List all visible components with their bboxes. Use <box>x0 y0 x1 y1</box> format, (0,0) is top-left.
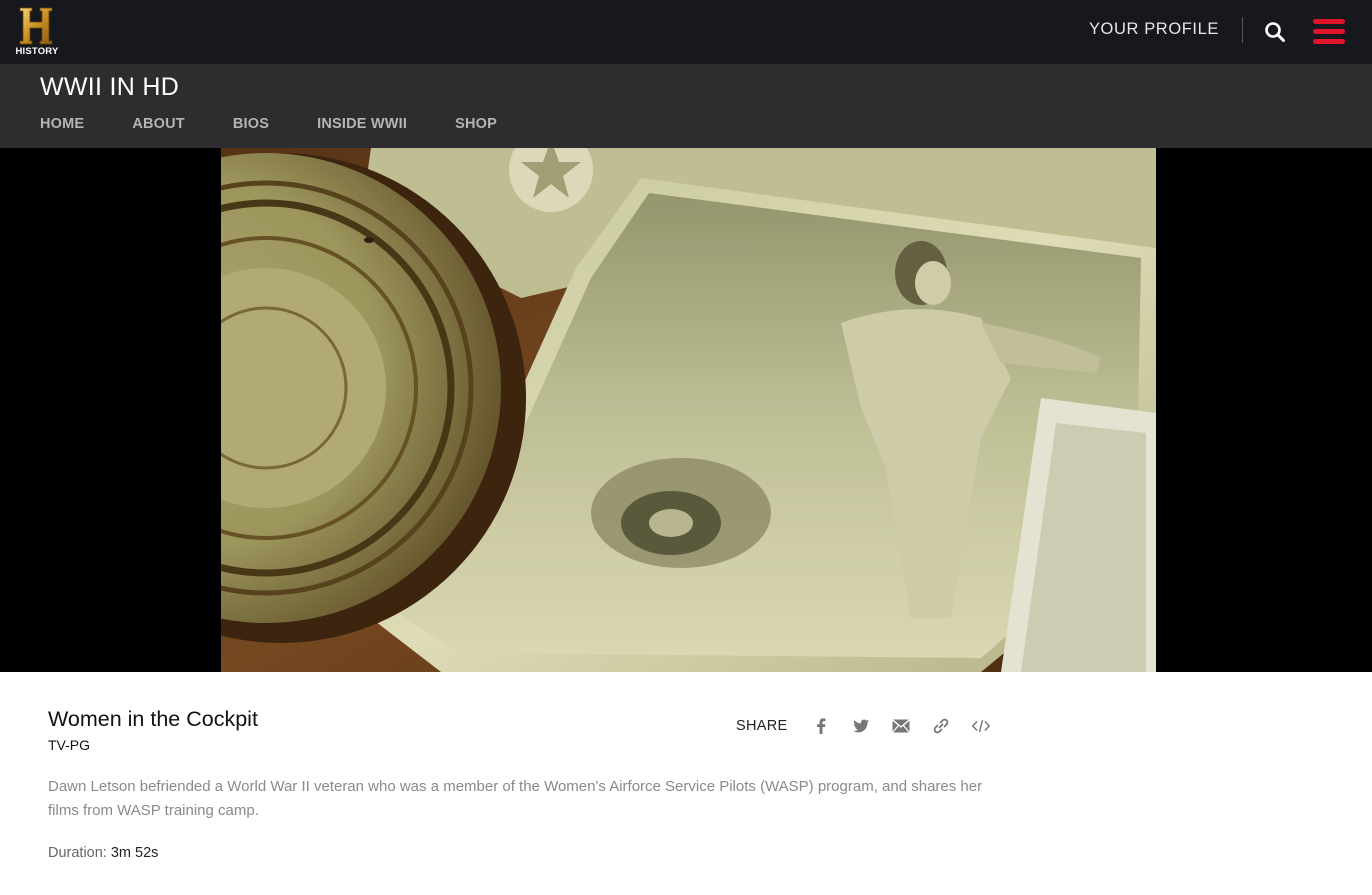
video-title: Women in the Cockpit <box>48 707 258 731</box>
twitter-share-button[interactable] <box>841 714 881 738</box>
video-still-image <box>221 148 1156 672</box>
duration-label: Duration: <box>48 845 107 861</box>
search-icon[interactable] <box>1264 21 1286 43</box>
embed-icon <box>972 719 991 733</box>
email-share-button[interactable] <box>881 714 921 738</box>
hamburger-menu-icon[interactable] <box>1313 19 1345 45</box>
top-bar: HISTORY YOUR PROFILE <box>0 0 1372 64</box>
nav-item-bios[interactable]: BIOS <box>233 116 269 132</box>
video-rating: TV-PG <box>48 737 91 753</box>
twitter-icon <box>853 719 870 733</box>
history-logo-text: HISTORY <box>15 46 59 57</box>
facebook-share-button[interactable] <box>801 714 841 738</box>
facebook-icon <box>817 718 826 734</box>
video-player-area <box>0 148 1372 672</box>
link-icon <box>934 718 949 734</box>
video-description: Dawn Letson befriended a World War II ve… <box>48 778 983 819</box>
nav-item-shop[interactable]: SHOP <box>455 116 497 132</box>
email-icon <box>892 719 911 733</box>
nav-item-home[interactable]: HOME <box>40 116 84 132</box>
copy-link-button[interactable] <box>921 714 961 738</box>
show-title[interactable]: WWII IN HD <box>40 73 179 102</box>
share-bar: SHARE <box>736 714 1001 738</box>
show-navigation-bar: WWII IN HD HOME ABOUT BIOS INSIDE WWII S… <box>0 64 1372 148</box>
header-divider <box>1242 17 1243 43</box>
your-profile-link[interactable]: YOUR PROFILE <box>1089 20 1219 39</box>
nav-item-inside-wwii[interactable]: INSIDE WWII <box>317 116 407 132</box>
nav-item-about[interactable]: ABOUT <box>132 116 185 132</box>
history-logo-h-icon <box>19 7 53 45</box>
video-player[interactable] <box>221 148 1156 672</box>
duration-value: 3m 52s <box>110 845 159 861</box>
embed-button[interactable] <box>961 714 1001 738</box>
video-duration: Duration: 3m 52s <box>48 845 158 861</box>
history-logo[interactable]: HISTORY <box>12 6 62 58</box>
show-nav: HOME ABOUT BIOS INSIDE WWII SHOP <box>40 116 545 132</box>
share-label: SHARE <box>736 718 788 734</box>
